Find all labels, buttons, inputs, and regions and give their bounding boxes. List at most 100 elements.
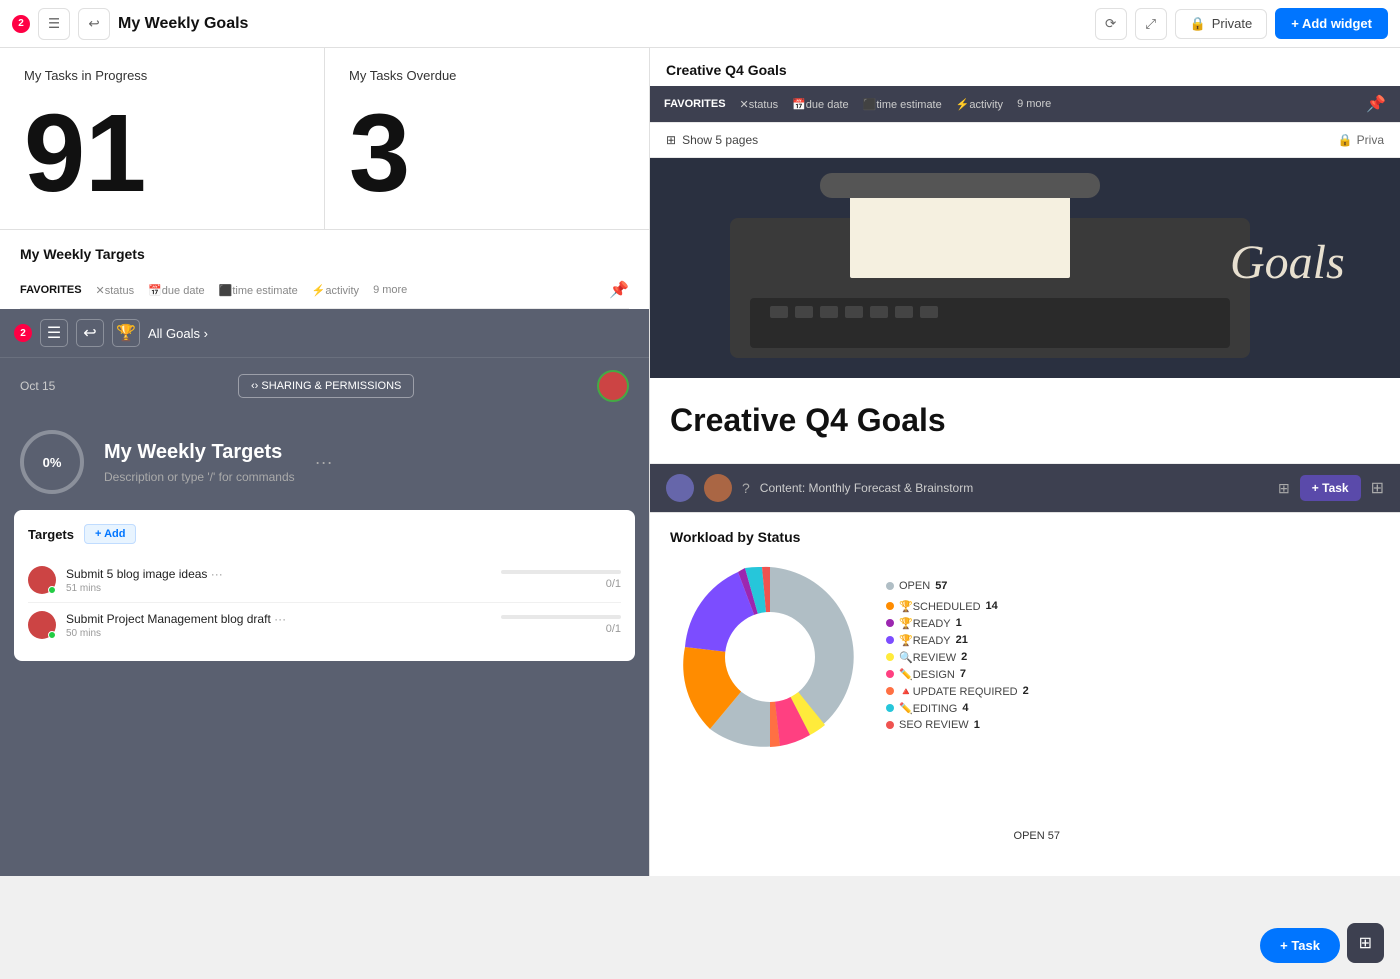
show-pages-button[interactable]: ⊞ Show 5 pages bbox=[666, 133, 758, 147]
hamburger-button[interactable]: ☰ bbox=[38, 8, 70, 40]
doc-icon: ⊞ bbox=[1278, 480, 1290, 497]
target-time-2: 50 mins bbox=[66, 628, 491, 639]
filter-activity[interactable]: ⚡activity bbox=[312, 284, 359, 297]
filter-time-estimate[interactable]: ⬛time estimate bbox=[219, 284, 298, 297]
cq4-filter-more[interactable]: 9 more bbox=[1017, 98, 1051, 110]
legend-scheduled: 🏆SCHEDULED 14 bbox=[886, 600, 1029, 613]
legend-design: ✏️DESIGN 7 bbox=[886, 668, 1029, 681]
top-nav: 2 ☰ ↩ My Weekly Goals ⟳ ⤢ 🔒 Private + Ad… bbox=[0, 0, 1400, 48]
target-progress-2: 0/1 bbox=[501, 615, 621, 635]
add-widget-button[interactable]: + Add widget bbox=[1275, 8, 1388, 39]
sharing-permissions-button[interactable]: ‹› SHARING & PERMISSIONS bbox=[238, 374, 414, 398]
panel-trophy[interactable]: 🏆 bbox=[112, 319, 140, 347]
legend-dot-scheduled bbox=[886, 602, 894, 610]
cq4-pin-icon: 📌 bbox=[1366, 94, 1386, 114]
workload-section: Workload by Status bbox=[650, 513, 1400, 876]
expand-button[interactable]: ⤢ bbox=[1135, 8, 1167, 40]
widgets-row: My Tasks in Progress 91 My Tasks Overdue… bbox=[0, 48, 649, 230]
target-info-1: Submit 5 blog image ideas ··· 51 mins bbox=[66, 567, 491, 594]
back-button[interactable]: ↩ bbox=[78, 8, 110, 40]
workload-title: Workload by Status bbox=[670, 529, 1380, 545]
filter-status[interactable]: ✕status bbox=[96, 284, 135, 297]
cq4-filter-time-estimate[interactable]: ⬛time estimate bbox=[863, 98, 942, 111]
panel-badge: 2 bbox=[14, 324, 32, 342]
panel-back[interactable]: ↩ bbox=[76, 319, 104, 347]
private-button[interactable]: 🔒 Private bbox=[1175, 9, 1268, 39]
targets-section: Targets + Add Submit 5 blog image ideas … bbox=[14, 510, 635, 661]
cq4-task-button[interactable]: + Task bbox=[1300, 475, 1361, 501]
tasks-overdue-title: My Tasks Overdue bbox=[349, 68, 625, 83]
goal-text: My Weekly Targets Description or type '/… bbox=[104, 441, 295, 484]
tasks-in-progress-value: 91 bbox=[24, 99, 300, 209]
cq4-bottom-text: Content: Monthly Forecast & Brainstorm bbox=[760, 481, 1268, 495]
cq4-subheader: ⊞ Show 5 pages 🔒 Priva bbox=[650, 123, 1400, 158]
legend-update-required: 🔺UPDATE REQUIRED 2 bbox=[886, 685, 1029, 698]
cq4-filter-status[interactable]: ✕status bbox=[740, 98, 779, 111]
pages-icon: ⊞ bbox=[666, 133, 676, 147]
embedded-goals-panel: 2 ☰ ↩ 🏆 All Goals › Oct 15 ‹› SHARING & … bbox=[0, 309, 649, 876]
cq4-title: Creative Q4 Goals bbox=[666, 62, 1384, 78]
cq4-privacy: 🔒 Priva bbox=[1338, 133, 1384, 147]
panel-date-row: Oct 15 ‹› SHARING & PERMISSIONS bbox=[0, 358, 649, 414]
filter-due-date[interactable]: 📅due date bbox=[148, 284, 205, 297]
cq4-header: Creative Q4 Goals bbox=[650, 48, 1400, 86]
filter-more[interactable]: 9 more bbox=[373, 284, 407, 296]
tasks-overdue-value: 3 bbox=[349, 99, 625, 209]
goal-title: My Weekly Targets bbox=[104, 441, 295, 464]
cq4-filter-favorites[interactable]: FAVORITES bbox=[664, 98, 726, 110]
legend-ready-21: 🏆READY 21 bbox=[886, 634, 1029, 647]
legend-open: OPEN 57 bbox=[886, 580, 1029, 592]
target-info-2: Submit Project Management blog draft ···… bbox=[66, 612, 491, 639]
pin-icon: 📌 bbox=[609, 280, 629, 300]
cq4-filter-bar: FAVORITES ✕status 📅due date ⬛time estima… bbox=[650, 86, 1400, 123]
target-time-1: 51 mins bbox=[66, 583, 491, 594]
refresh-button[interactable]: ⟳ bbox=[1095, 8, 1127, 40]
cq4-page-title: Creative Q4 Goals bbox=[650, 378, 1400, 464]
add-task-fab[interactable]: + Task bbox=[1260, 928, 1340, 963]
notification-badge: 2 bbox=[12, 15, 30, 33]
tasks-in-progress-title: My Tasks in Progress bbox=[24, 68, 300, 83]
cq4-filter-due-date[interactable]: 📅due date bbox=[792, 98, 849, 111]
lock-icon: 🔒 bbox=[1190, 16, 1206, 32]
goal-desc: Description or type '/' for commands bbox=[104, 470, 295, 484]
weekly-targets-widget: My Weekly Targets FAVORITES ✕status 📅due… bbox=[0, 230, 649, 876]
target-name-1: Submit 5 blog image ideas ··· bbox=[66, 567, 491, 581]
panel-hamburger[interactable]: ☰ bbox=[40, 319, 68, 347]
legend-review: 🔍REVIEW 2 bbox=[886, 651, 1029, 664]
legend-dot-design bbox=[886, 670, 894, 678]
legend-dot-seo bbox=[886, 721, 894, 729]
panel-topbar: 2 ☰ ↩ 🏆 All Goals › bbox=[0, 309, 649, 358]
user-avatar bbox=[597, 370, 629, 402]
panel-breadcrumb[interactable]: All Goals › bbox=[148, 326, 208, 341]
open-label-floating: OPEN 57 bbox=[1014, 830, 1060, 842]
legend-ready-1: 🏆READY 1 bbox=[886, 617, 1029, 630]
legend-editing: ✏️EDITING 4 bbox=[886, 702, 1029, 715]
target-progress-1: 0/1 bbox=[501, 570, 621, 590]
cq4-filter-activity[interactable]: ⚡activity bbox=[956, 98, 1003, 111]
target-name-2: Submit Project Management blog draft ··· bbox=[66, 612, 491, 626]
cq4-hero-image: Goals bbox=[650, 158, 1400, 378]
target-item-1: Submit 5 blog image ideas ··· 51 mins 0/… bbox=[28, 558, 621, 603]
creative-q4-widget: Creative Q4 Goals FAVORITES ✕status 📅due… bbox=[650, 48, 1400, 513]
target-avatar-1 bbox=[28, 566, 56, 594]
svg-text:Goals: Goals bbox=[1230, 236, 1345, 289]
workload-content: OPEN 57 🏆SCHEDULED 14 🏆READY 1 bbox=[670, 557, 1380, 757]
goal-more-icon[interactable]: ··· bbox=[315, 452, 333, 473]
left-column: My Tasks in Progress 91 My Tasks Overdue… bbox=[0, 48, 650, 876]
cq4-user-avatar-2 bbox=[704, 474, 732, 502]
right-column: Creative Q4 Goals FAVORITES ✕status 📅due… bbox=[650, 48, 1400, 876]
tasks-overdue-widget: My Tasks Overdue 3 bbox=[325, 48, 649, 229]
goal-section: 0% My Weekly Targets Description or type… bbox=[0, 414, 649, 510]
page-title: My Weekly Goals bbox=[118, 15, 1087, 33]
add-target-button[interactable]: + Add bbox=[84, 524, 136, 544]
grid-fab[interactable]: ⊞ bbox=[1347, 923, 1384, 963]
workload-pie-chart bbox=[670, 557, 870, 757]
legend-dot-ready-21 bbox=[886, 636, 894, 644]
legend-dot-review bbox=[886, 653, 894, 661]
filter-favorites[interactable]: FAVORITES bbox=[20, 284, 82, 296]
weekly-targets-filter-bar: FAVORITES ✕status 📅due date ⬛time estima… bbox=[20, 272, 629, 309]
workload-legend: OPEN 57 🏆SCHEDULED 14 🏆READY 1 bbox=[886, 580, 1029, 735]
help-icon[interactable]: ? bbox=[742, 480, 750, 496]
legend-seo-review: SEO REVIEW 1 bbox=[886, 719, 1029, 731]
grid-icon[interactable]: ⊞ bbox=[1371, 478, 1384, 498]
